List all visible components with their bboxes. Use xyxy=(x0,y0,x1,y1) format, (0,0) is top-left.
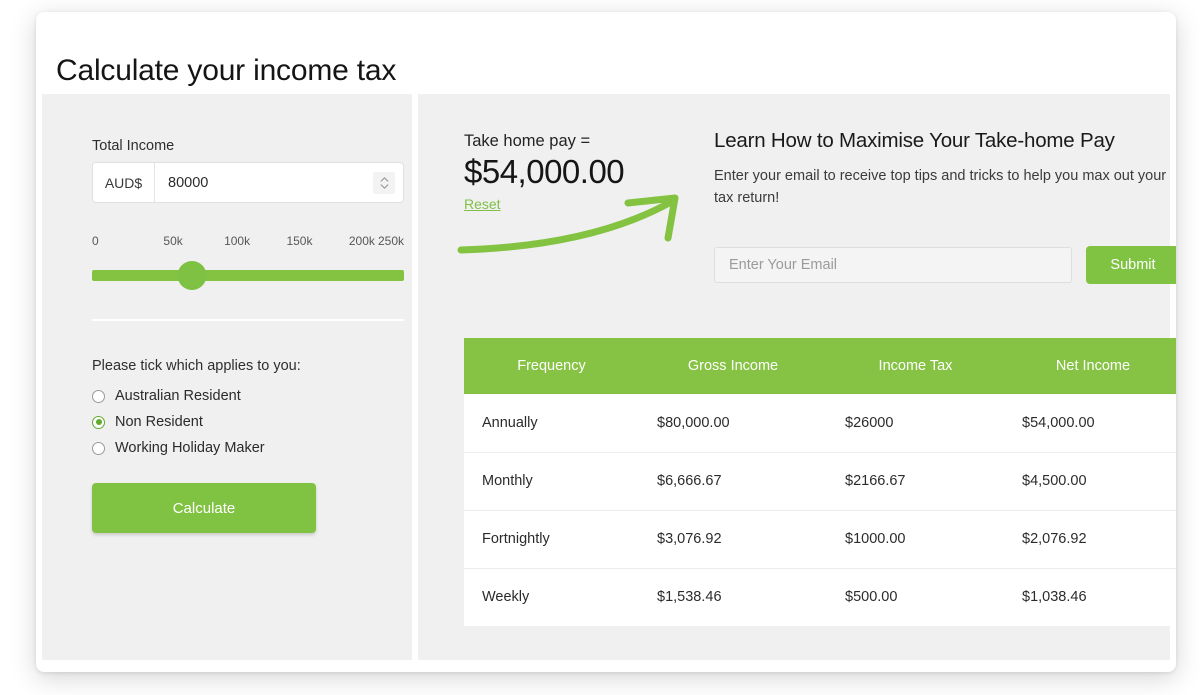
table-row: Monthly $6,666.67 $2166.67 $4,500.00 xyxy=(464,452,1176,511)
email-input[interactable] xyxy=(714,247,1072,283)
currency-prefix-label: AUD$ xyxy=(93,163,155,202)
slider-tick-150k: 150k xyxy=(286,234,313,248)
radio-label: Australian Resident xyxy=(115,388,241,404)
table-header-row: Frequency Gross Income Income Tax Net In… xyxy=(464,338,1176,394)
radio-circle-icon xyxy=(92,415,105,429)
residency-radio-group: Australian Resident Non Resident Working… xyxy=(92,383,265,461)
chevron-up-icon xyxy=(380,176,388,182)
slider-tick-100k: 100k xyxy=(224,234,251,248)
slider-tick-0: 0 xyxy=(92,234,99,248)
radio-circle-icon xyxy=(92,441,105,455)
chevron-down-icon xyxy=(380,183,388,189)
promo-title: Learn How to Maximise Your Take-home Pay xyxy=(714,129,1115,152)
column-header-income-tax: Income Tax xyxy=(827,338,1004,394)
promo-body-text: Enter your email to receive top tips and… xyxy=(714,168,1167,206)
income-slider[interactable] xyxy=(92,261,404,290)
page-title: Calculate your income tax xyxy=(56,54,397,88)
slider-track[interactable] xyxy=(92,270,404,281)
calculate-button[interactable]: Calculate xyxy=(92,483,316,533)
table-row: Weekly $1,538.46 $500.00 $1,038.46 xyxy=(464,568,1176,626)
table-row: Fortnightly $3,076.92 $1000.00 $2,076.92 xyxy=(464,510,1176,569)
promo-block: Learn How to Maximise Your Take-home Pay… xyxy=(714,129,1176,209)
cell-tax: $26000 xyxy=(827,394,1004,453)
number-spinner-icon[interactable] xyxy=(373,171,395,194)
column-header-frequency: Frequency xyxy=(464,338,639,394)
cell-net: $54,000.00 xyxy=(1004,394,1176,453)
cell-gross: $1,538.46 xyxy=(657,589,722,606)
cell-net: $1,038.46 xyxy=(1022,589,1087,606)
cell-net: $2,076.92 xyxy=(1004,510,1176,569)
cell-gross: $6,666.67 xyxy=(639,452,827,511)
cell-frequency: Fortnightly xyxy=(464,510,639,569)
input-panel: Total Income AUD$ 0 50k 100k 150k xyxy=(42,94,412,660)
total-income-input[interactable] xyxy=(155,163,373,202)
cell-tax: $500.00 xyxy=(845,589,898,606)
slider-thumb[interactable] xyxy=(177,261,207,290)
email-signup-form: Submit xyxy=(714,246,1176,284)
submit-button[interactable]: Submit xyxy=(1086,246,1176,284)
tax-calculator-card: Calculate your income tax Total Income A… xyxy=(36,12,1176,672)
residency-question-label: Please tick which applies to you: xyxy=(92,358,301,374)
table-row: Annually $80,000.00 $26000 $54,000.00 xyxy=(464,394,1176,453)
slider-tick-labels: 0 50k 100k 150k 200k 250k xyxy=(92,234,404,250)
slider-tick-200k: 200k xyxy=(348,234,375,248)
cell-net: $4,500.00 xyxy=(1004,452,1176,511)
tax-breakdown-table: Frequency Gross Income Income Tax Net In… xyxy=(464,338,1176,626)
page-root: Calculate your income tax Total Income A… xyxy=(0,0,1200,695)
results-panel: Take home pay = $54,000.00 Reset Learn H… xyxy=(418,94,1176,660)
radio-option-australian-resident[interactable]: Australian Resident xyxy=(92,383,265,409)
radio-option-working-holiday-maker[interactable]: Working Holiday Maker xyxy=(92,435,265,461)
cell-tax: $2166.67 xyxy=(827,452,1004,511)
slider-tick-250k: 250k xyxy=(377,234,404,248)
cell-frequency: Monthly xyxy=(464,452,639,511)
cell-frequency: Weekly xyxy=(482,589,530,606)
section-divider xyxy=(92,319,404,321)
radio-label: Non Resident xyxy=(115,414,203,430)
radio-label: Working Holiday Maker xyxy=(115,440,265,456)
takehome-pay-label: Take home pay = xyxy=(464,132,591,150)
takehome-pay-amount: $54,000.00 xyxy=(464,153,625,190)
slider-tick-50k: 50k xyxy=(163,234,183,248)
cell-frequency: Annually xyxy=(464,394,639,453)
radio-circle-icon xyxy=(92,389,105,403)
radio-option-non-resident[interactable]: Non Resident xyxy=(92,409,265,435)
cell-tax: $1000.00 xyxy=(827,510,1004,569)
cell-gross: $80,000.00 xyxy=(639,394,827,453)
reset-link[interactable]: Reset xyxy=(464,196,501,212)
column-header-net-income: Net Income xyxy=(1004,338,1176,394)
total-income-field-group: AUD$ xyxy=(92,162,404,203)
total-income-label: Total Income xyxy=(92,138,175,154)
column-header-gross-income: Gross Income xyxy=(639,338,827,394)
takehome-summary: Take home pay = $54,000.00 Reset xyxy=(464,132,714,214)
cell-gross: $3,076.92 xyxy=(639,510,827,569)
